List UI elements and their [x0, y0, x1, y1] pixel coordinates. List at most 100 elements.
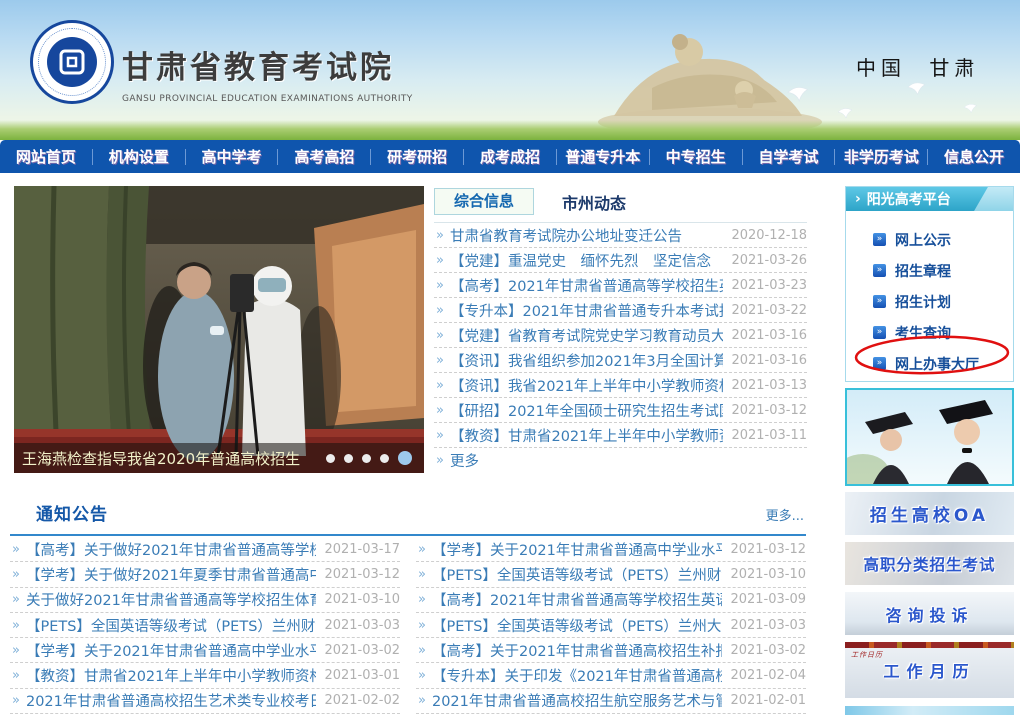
notice-link[interactable]: 【高考】2021年甘肃省普通高等学校招生英语听力测试 [432, 589, 722, 610]
sidebar-link-label[interactable]: 招生章程 [895, 261, 951, 281]
news-item: »【专升本】2021年甘肃省普通专升本考试报名重 要2021-03-22 [434, 298, 807, 323]
notices-right-column: »【学考】关于2021年甘肃省普通高中学业水平考试信息2021-03-12 »【… [416, 537, 806, 714]
arrow-bullet-icon: » [436, 403, 444, 418]
notice-link[interactable]: 【高考】关于做好2021年甘肃省普通高等学校招生体检 [26, 539, 316, 560]
news-item: »【教资】甘肃省2021年上半年中小学教师资格考试(笔2021-03-11 [434, 423, 807, 448]
notice-link[interactable]: 【PETS】全国英语等级考试（PETS）兰州财经大学考点入 [26, 615, 316, 636]
carousel-dot[interactable] [326, 454, 335, 463]
sidebar-item-candidate-query[interactable]: » 考生查询 [873, 317, 1013, 348]
arrow-square-icon: » [873, 264, 886, 277]
sidebar-link-label[interactable]: 网上办事大厅 [895, 354, 979, 374]
nav-item-org[interactable]: 机构设置 [92, 149, 185, 165]
banner-label: 高职分类招生考试 [863, 553, 995, 575]
carousel-dots [326, 451, 412, 465]
notice-date: 2021-03-03 [324, 618, 400, 633]
news-link[interactable]: 【高考】2021年甘肃省普通高等学校招生英语听力测 [450, 275, 723, 296]
arrow-bullet-icon: » [418, 542, 426, 557]
arrow-bullet-icon: » [436, 353, 444, 368]
nav-item-secondary[interactable]: 中专招生 [649, 149, 742, 165]
news-link[interactable]: 【资讯】我省2021年上半年中小学教师资格考试（笔试 [450, 375, 723, 396]
notice-item: » 【专升本】关于印发《2021年甘肃省普通高校高职（专科 2021-02-04 [416, 663, 806, 688]
notice-item: »2021年甘肃省普通高校招生艺术类专业校考日程安排表2021-02-02 [10, 689, 400, 714]
notice-date: 2021-03-17 [324, 542, 400, 557]
news-more-row: » 更多 [434, 448, 807, 473]
arrow-square-icon: » [873, 357, 886, 370]
nav-item-gaokao[interactable]: 高考高招 [277, 149, 370, 165]
notice-link[interactable]: 【PETS】全国英语等级考试（PETS）兰州财经大学考点入 [432, 564, 722, 585]
news-link[interactable]: 【党建】省教育考试院党史学习教育动员大会召开 [450, 325, 723, 346]
nav-item-home[interactable]: 网站首页 [0, 149, 92, 165]
banner-vocational-admissions[interactable]: 高职分类招生考试 [845, 542, 1014, 585]
arrow-square-icon: » [873, 233, 886, 246]
nav-item-hs-exam[interactable]: 高中学考 [185, 149, 278, 165]
carousel-caption[interactable]: 王海燕检查指导我省2020年普通高校招生 [22, 448, 326, 469]
notice-item: » 【学考】关于做好2021年夏季甘肃省普通高中学业水平 2021-03-12 [10, 562, 400, 587]
notice-link[interactable]: 2021年甘肃省普通高校招生艺术类专业校考日程安排表 [26, 690, 316, 711]
nav-item-adult-exam[interactable]: 成考成招 [463, 149, 556, 165]
notice-date: 2021-03-12 [324, 567, 400, 582]
notice-date: 2021-02-04 [730, 668, 806, 683]
notice-link[interactable]: 【高考】关于2021年甘肃省普通高校招生补报名工作的 [432, 640, 722, 661]
carousel-dot[interactable] [344, 454, 353, 463]
notice-link[interactable]: 【教资】甘肃省2021年上半年中小学教师资格考试（笔试 [26, 665, 316, 686]
calendar-small-label: 工作日历 [851, 650, 883, 660]
arrow-bullet-icon: » [12, 567, 20, 582]
notice-date: 2021-03-12 [730, 542, 806, 557]
page: 甘肃省教育考试院 GANSU PROVINCIAL EDUCATION EXAM… [0, 0, 1020, 715]
site-logo [30, 20, 114, 104]
notice-link[interactable]: 关于做好2021年甘肃省普通高等学校招生体育类专业统 [26, 589, 316, 610]
sidebar-link-label[interactable]: 招生计划 [895, 292, 951, 312]
sidebar-item-online-service-hall[interactable]: » 网上办事大厅 [873, 348, 1013, 379]
news-panel: 综合信息 市州动态 »甘肃省教育考试院办公地址变迁公告2020-12-18 »【… [434, 188, 807, 473]
site-titles: 甘肃省教育考试院 GANSU PROVINCIAL EDUCATION EXAM… [122, 42, 413, 104]
banner-consult-complaint[interactable]: 咨询投诉 [845, 592, 1014, 635]
notice-link[interactable]: 【PETS】全国英语等级考试（PETS）兰州大学考点入校须 [432, 615, 722, 636]
notices-more-link[interactable]: 更多... [766, 505, 804, 524]
notice-link[interactable]: 2021年甘肃省普通高校招生航空服务艺术与管理专业统 [432, 690, 722, 711]
sidebar-link-label[interactable]: 考生查询 [895, 323, 951, 343]
news-link[interactable]: 【党建】重温党史 缅怀先烈 坚定信念 砥砺前 [450, 250, 723, 271]
sidebar-link-label[interactable]: 网上公示 [895, 230, 951, 250]
graduates-photo[interactable] [845, 388, 1014, 486]
photo-carousel[interactable]: ‹ › 王海燕检查指导我省2020年普通高校招生 [14, 186, 424, 473]
calendar-strip-decoration [845, 642, 1014, 648]
notice-link[interactable]: 【学考】关于做好2021年夏季甘肃省普通高中学业水平 [26, 564, 316, 585]
sidebar-item-online-publicity[interactable]: » 网上公示 [873, 224, 1013, 255]
notice-link[interactable]: 【专升本】关于印发《2021年甘肃省普通高校高职（专科 [432, 665, 722, 686]
carousel-dot-active[interactable] [398, 451, 412, 465]
arrow-bullet-icon: » [436, 453, 444, 468]
news-date: 2021-03-23 [731, 278, 807, 293]
banner-admissions-oa[interactable]: 招生高校OA [845, 492, 1014, 535]
carousel-dot[interactable] [380, 454, 389, 463]
news-link[interactable]: 【教资】甘肃省2021年上半年中小学教师资格考试(笔 [450, 425, 723, 446]
notice-date: 2021-02-01 [730, 693, 806, 708]
nav-item-self-study[interactable]: 自学考试 [742, 149, 835, 165]
news-link[interactable]: 【研招】2021年全国硕士研究生招生考试国家分数线 [450, 400, 723, 421]
notice-item: »【高考】关于2021年甘肃省普通高校招生补报名工作的2021-03-02 [416, 638, 806, 663]
arrow-square-icon: » [873, 295, 886, 308]
notice-item: »【PETS】全国英语等级考试（PETS）兰州财经大学考点入2021-03-10 [416, 562, 806, 587]
sidebar-item-admission-charter[interactable]: » 招生章程 [873, 255, 1013, 286]
arrow-bullet-icon: » [418, 643, 426, 658]
nav-item-postgrad[interactable]: 研考研招 [370, 149, 463, 165]
nav-item-info-disclosure[interactable]: 信息公开 [927, 149, 1020, 165]
news-link[interactable]: 【资讯】我省组织参加2021年3月全国计算机等级考试 [450, 350, 723, 371]
nav-item-non-academic[interactable]: 非学历考试 [834, 149, 927, 165]
news-date: 2021-03-16 [731, 328, 807, 343]
banner-label: 工作月历 [883, 658, 975, 682]
news-more-link[interactable]: 更多 [450, 450, 807, 471]
sidebar-item-admission-plan[interactable]: » 招生计划 [873, 286, 1013, 317]
news-link[interactable]: 甘肃省教育考试院办公地址变迁公告 [450, 225, 723, 246]
banner-work-calendar[interactable]: 工作月历 工作日历 [845, 642, 1014, 698]
nav-item-zhuanshengben[interactable]: 普通专升本 [556, 149, 649, 165]
notice-link[interactable]: 【学考】关于2021年甘肃省普通高中学业水平考试科目 [26, 640, 316, 661]
tab-city-news[interactable]: 市州动态 [562, 190, 626, 214]
notice-link[interactable]: 【学考】关于2021年甘肃省普通高中学业水平考试信息 [432, 539, 722, 560]
carousel-dot[interactable] [362, 454, 371, 463]
news-link[interactable]: 【专升本】2021年甘肃省普通专升本考试报名重 要 [450, 300, 723, 321]
tab-general-info[interactable]: 综合信息 [434, 188, 534, 215]
arrow-square-icon: » [873, 326, 886, 339]
notice-item: »2021年甘肃省普通高校招生航空服务艺术与管理专业统2021-02-01 [416, 689, 806, 714]
arrow-bullet-icon: » [418, 668, 426, 683]
notice-date: 2021-02-02 [324, 693, 400, 708]
